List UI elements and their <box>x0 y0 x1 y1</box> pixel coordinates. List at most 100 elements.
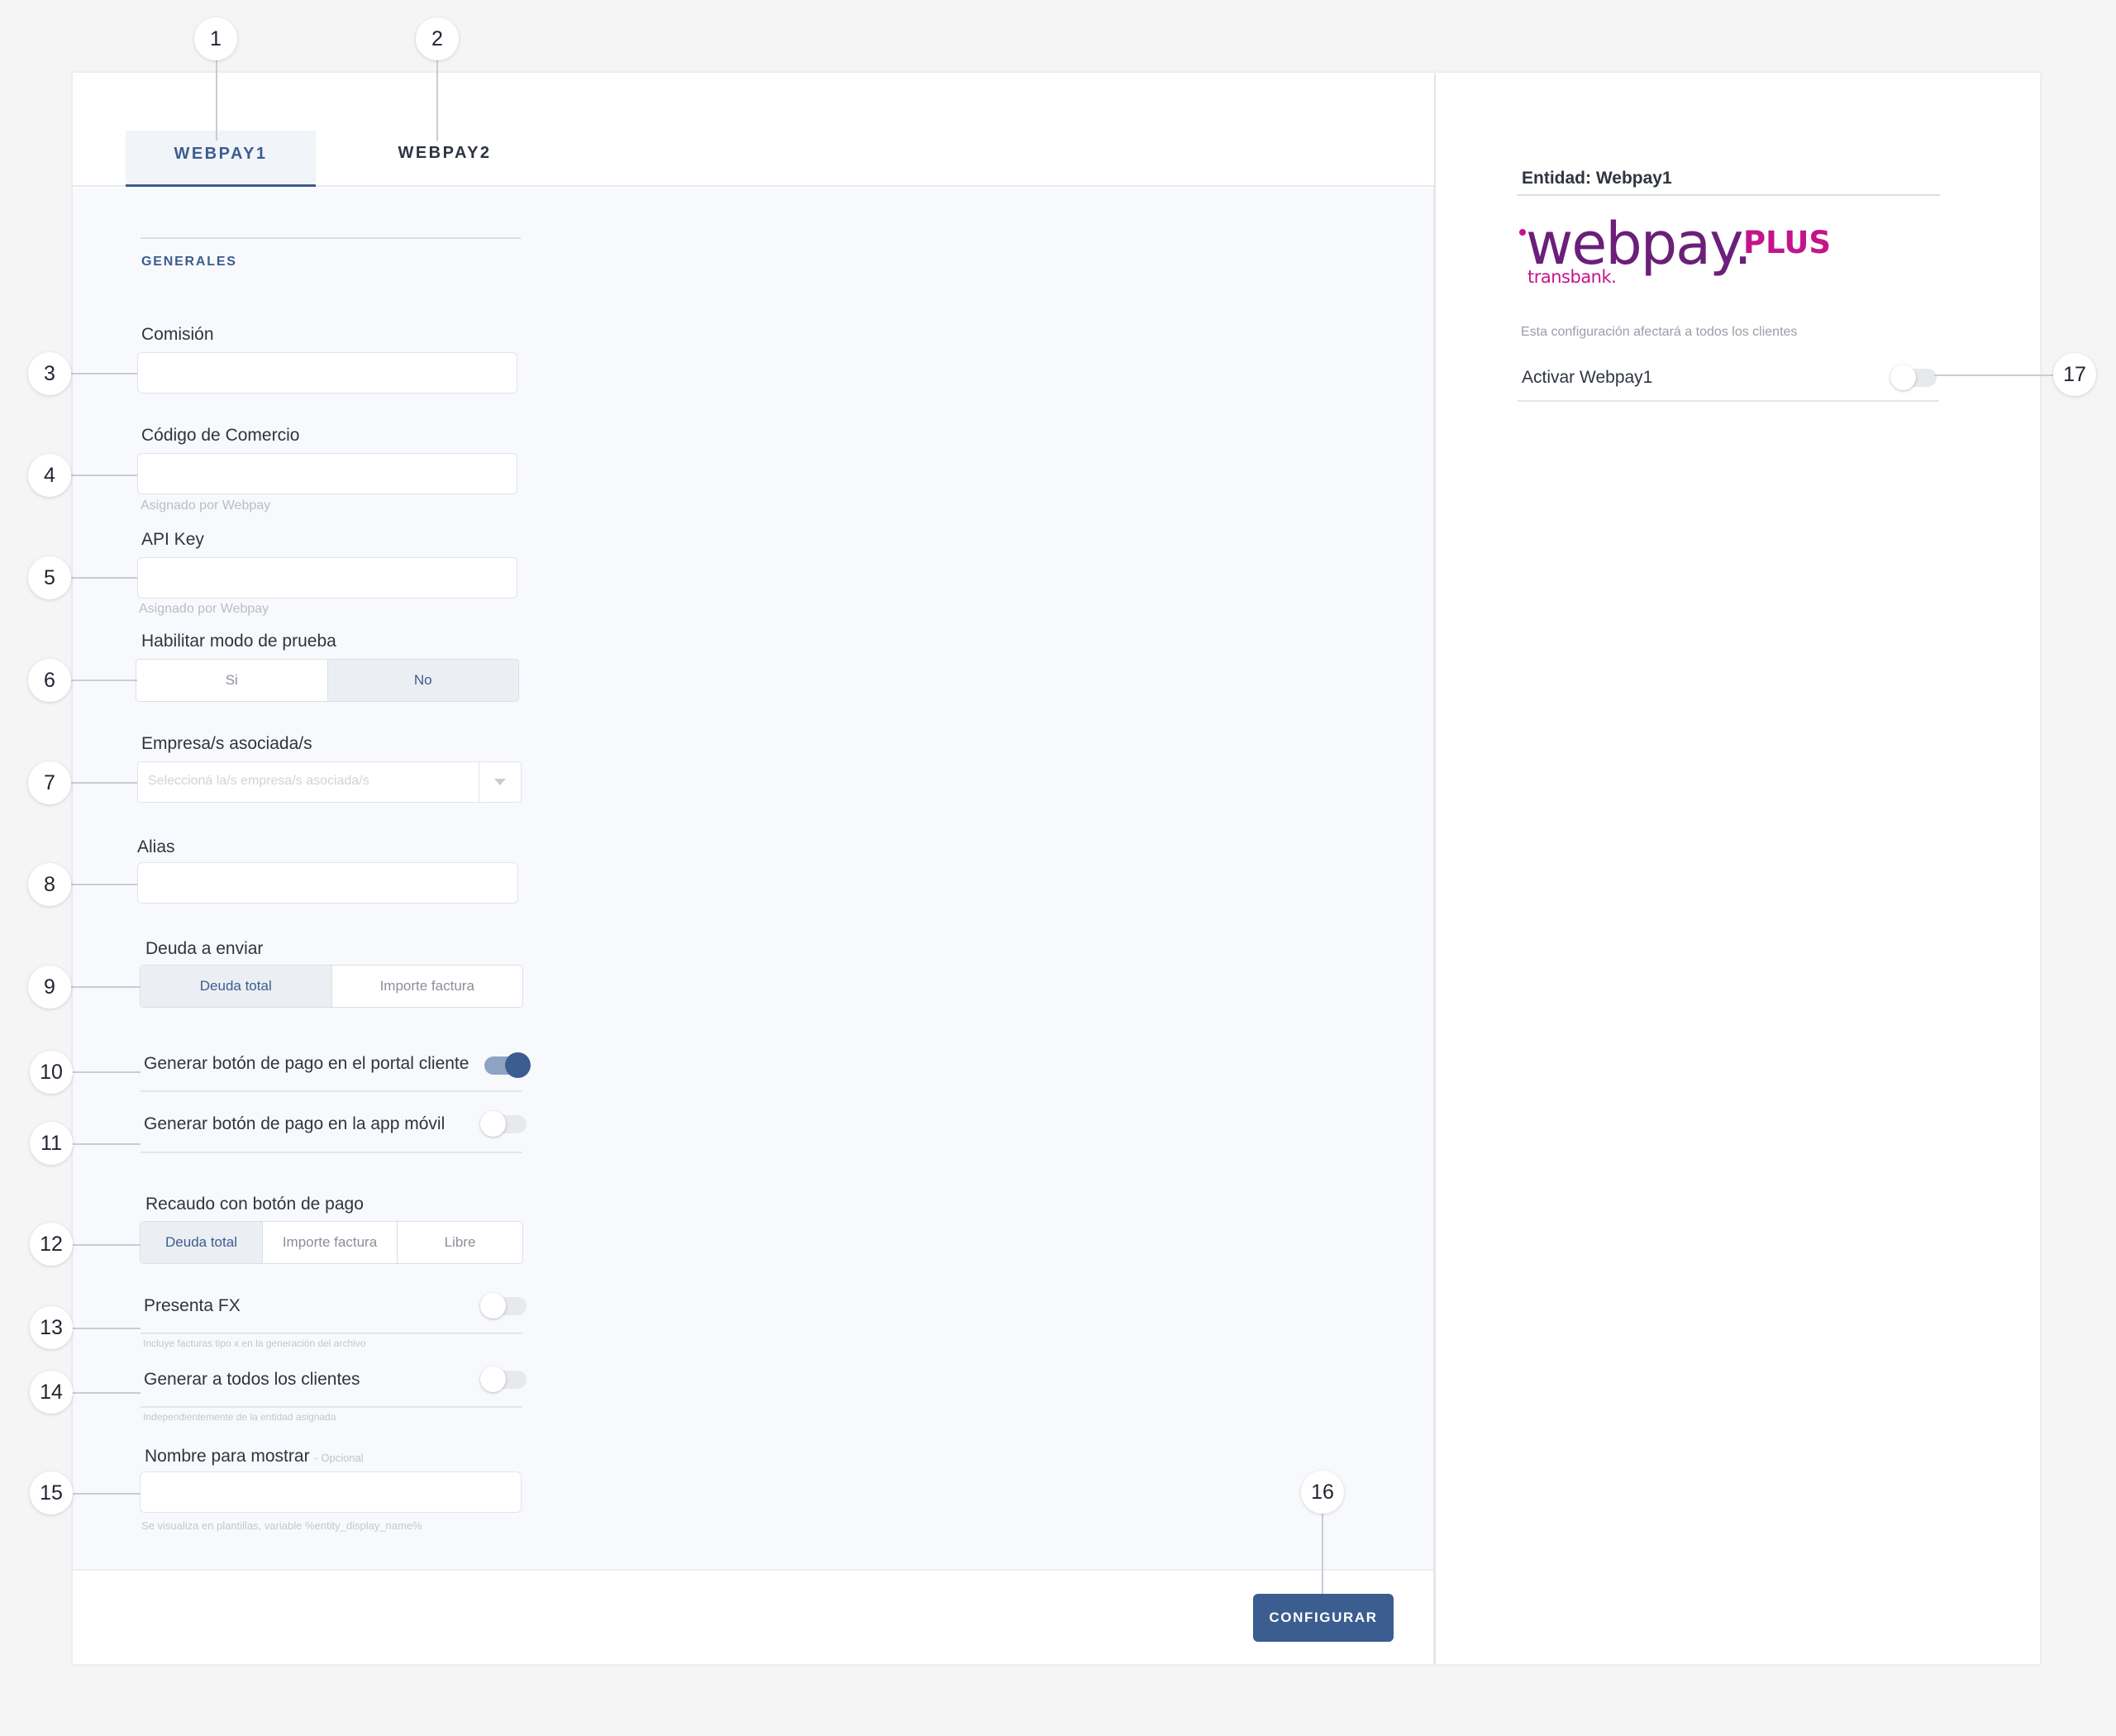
callout-8: 8 <box>28 863 71 906</box>
fx-hint: Incluye facturas tipo x en la generación… <box>143 1338 366 1349</box>
comision-input[interactable] <box>137 352 517 393</box>
callout-7: 7 <box>28 761 71 804</box>
entity-title: Entidad: Webpay1 <box>1522 169 1672 188</box>
modo-prueba-label: Habilitar modo de prueba <box>141 632 336 651</box>
modo-prueba-si[interactable]: Si <box>136 660 328 701</box>
recaudo-toggle: Deuda total Importe factura Libre <box>140 1221 523 1264</box>
recaudo-libre[interactable]: Libre <box>398 1222 522 1263</box>
activar-label: Activar Webpay1 <box>1522 368 1653 387</box>
codigo-label: Código de Comercio <box>141 426 300 445</box>
callout-6: 6 <box>28 659 71 702</box>
callout-leader <box>71 680 137 681</box>
todos-hint: Independientemente de la entidad asignad… <box>143 1411 336 1423</box>
fx-switch[interactable] <box>480 1293 527 1319</box>
tab-webpay1[interactable]: WEBPAY1 <box>126 131 316 187</box>
nombre-input[interactable] <box>140 1471 522 1513</box>
callout-13: 13 <box>30 1306 73 1349</box>
callout-16: 16 <box>1301 1471 1344 1514</box>
alias-label: Alias <box>137 837 175 856</box>
todos-switch[interactable] <box>480 1366 527 1392</box>
config-note: Esta configuración afectará a todos los … <box>1521 325 1798 339</box>
codigo-comercio-input[interactable] <box>137 453 517 494</box>
callout-leader <box>1934 374 2066 376</box>
webpay-plus-logo: webpay. PLUS transbank. <box>1516 211 1847 293</box>
alias-input[interactable] <box>137 862 518 904</box>
app-switch[interactable] <box>480 1111 527 1137</box>
callout-leader <box>71 1493 141 1495</box>
row-divider <box>141 1090 522 1092</box>
callout-17: 17 <box>2053 353 2096 396</box>
configurar-button[interactable]: CONFIGURAR <box>1253 1594 1394 1642</box>
codigo-hint: Asignado por Webpay <box>141 498 271 513</box>
comision-label: Comisión <box>141 325 214 344</box>
callout-11: 11 <box>30 1122 73 1165</box>
empresas-select[interactable]: Seleccioná la/s empresa/s asociada/s <box>137 761 522 803</box>
callout-14: 14 <box>30 1371 73 1414</box>
callout-leader <box>71 1244 141 1246</box>
select-separator <box>478 762 479 802</box>
callout-leader <box>216 60 217 141</box>
callout-leader <box>71 373 137 374</box>
chevron-down-icon[interactable] <box>494 779 506 785</box>
callout-10: 10 <box>30 1051 73 1094</box>
row-divider <box>141 1152 522 1153</box>
callout-3: 3 <box>28 352 71 395</box>
nombre-label-text: Nombre para mostrar <box>145 1447 310 1466</box>
row-divider <box>141 1333 522 1334</box>
modo-prueba-no[interactable]: No <box>327 660 518 701</box>
apikey-label: API Key <box>141 530 204 549</box>
section-divider <box>141 237 521 239</box>
nombre-label: Nombre para mostrar - Opcional <box>145 1447 364 1467</box>
recaudo-importe-factura[interactable]: Importe factura <box>263 1222 398 1263</box>
callout-leader <box>71 782 137 784</box>
entity-divider <box>1517 194 1940 196</box>
fx-label: Presenta FX <box>144 1296 241 1315</box>
activar-switch[interactable] <box>1890 365 1937 390</box>
portal-label: Generar botón de pago en el portal clien… <box>144 1054 469 1073</box>
callout-9: 9 <box>28 966 71 1009</box>
callout-leader <box>436 60 438 141</box>
callout-5: 5 <box>28 556 71 599</box>
callout-leader <box>1322 1512 1323 1594</box>
callout-leader <box>71 1143 141 1145</box>
apikey-input[interactable] <box>137 557 517 599</box>
logo-plus-text: PLUS <box>1743 225 1832 260</box>
panel-divider <box>1433 73 1435 1664</box>
opcional-tag: - Opcional <box>314 1452 364 1464</box>
callout-4: 4 <box>28 454 71 497</box>
importe-factura-option[interactable]: Importe factura <box>332 966 523 1007</box>
callout-2: 2 <box>416 17 459 60</box>
apikey-hint: Asignado por Webpay <box>139 602 269 616</box>
callout-leader <box>71 1392 141 1394</box>
switch-knob <box>480 1111 506 1137</box>
callout-12: 12 <box>30 1223 73 1266</box>
deuda-total-option[interactable]: Deuda total <box>141 966 332 1007</box>
deuda-toggle: Deuda total Importe factura <box>140 965 523 1008</box>
switch-knob <box>1890 365 1916 390</box>
row-divider <box>141 1406 522 1408</box>
deuda-label: Deuda a enviar <box>145 939 264 958</box>
tab-webpay2[interactable]: WEBPAY2 <box>370 131 519 187</box>
logo-dot <box>1519 229 1526 236</box>
portal-switch[interactable] <box>484 1052 531 1078</box>
switch-knob <box>505 1052 531 1078</box>
switch-knob <box>480 1293 506 1319</box>
callout-leader <box>71 1328 141 1329</box>
callout-leader <box>71 577 137 579</box>
recaudo-label: Recaudo con botón de pago <box>145 1195 364 1214</box>
row-divider <box>1518 400 1939 402</box>
logo-sub-text: transbank. <box>1527 267 1617 287</box>
switch-knob <box>480 1366 506 1392</box>
footer-bar <box>73 1569 1433 1664</box>
tab-bar: WEBPAY1 WEBPAY2 <box>73 73 1434 187</box>
callout-leader <box>71 986 141 988</box>
todos-label: Generar a todos los clientes <box>144 1370 360 1389</box>
callout-1: 1 <box>194 17 237 60</box>
modo-prueba-toggle: Si No <box>136 659 519 702</box>
recaudo-deuda-total[interactable]: Deuda total <box>141 1222 263 1263</box>
app-label: Generar botón de pago en la app móvil <box>144 1114 446 1133</box>
callout-leader <box>71 475 137 476</box>
nombre-hint: Se visualiza en plantillas, variable %en… <box>141 1519 422 1532</box>
empresas-placeholder: Seleccioná la/s empresa/s asociada/s <box>148 774 369 788</box>
callout-15: 15 <box>30 1471 73 1514</box>
